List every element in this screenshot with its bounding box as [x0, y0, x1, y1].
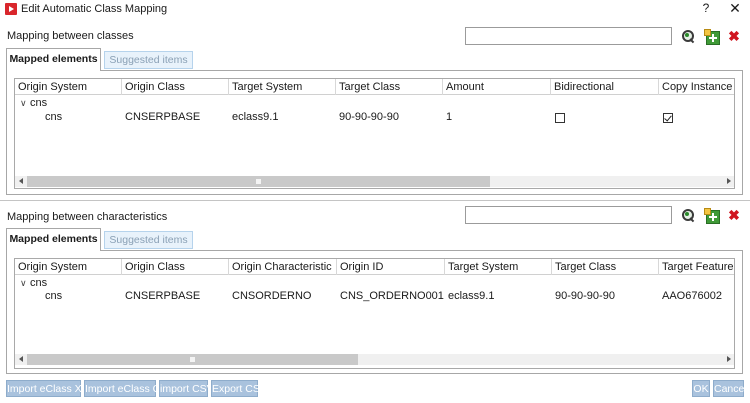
col-origin-system[interactable]: Origin System — [15, 259, 122, 275]
characteristics-section-label: Mapping between characteristics — [7, 211, 168, 223]
cell-target-class: 90-90-90-90 — [339, 111, 399, 123]
col-amount[interactable]: Amount — [443, 79, 551, 95]
col-origin-class[interactable]: Origin Class — [122, 79, 229, 95]
cell-origin-system: cns — [45, 111, 63, 123]
classes-section-label: Mapping between classes — [7, 30, 134, 42]
section-splitter[interactable] — [0, 200, 750, 201]
close-button[interactable]: ✕ — [727, 0, 743, 18]
scroll-right-icon[interactable] — [727, 356, 731, 362]
characteristics-search-input[interactable] — [465, 206, 672, 224]
cell-amount: 1 — [446, 111, 453, 123]
classes-horizontal-scrollbar[interactable] — [15, 176, 734, 187]
tab-suggested-items-classes[interactable]: Suggested items — [104, 51, 193, 69]
zoom-select-icon[interactable] — [681, 29, 695, 43]
import-csv-button[interactable]: import CSV — [159, 380, 214, 397]
scroll-left-icon[interactable] — [19, 356, 23, 362]
bidirectional-checkbox[interactable] — [555, 113, 565, 123]
help-button[interactable]: ? — [699, 1, 713, 17]
cell-target-class: 90-90-90-90 — [555, 290, 615, 302]
characteristics-horizontal-scrollbar[interactable] — [15, 354, 734, 365]
classes-search-input[interactable] — [465, 27, 672, 45]
group-row[interactable]: ∨ cns — [15, 96, 734, 110]
col-target-system[interactable]: Target System — [229, 79, 336, 95]
delete-icon[interactable]: ✖ — [727, 208, 741, 222]
scroll-left-icon[interactable] — [19, 178, 23, 184]
group-row[interactable]: ∨ cns — [15, 276, 734, 290]
col-origin-characteristic[interactable]: Origin Characteristic — [229, 259, 337, 275]
window-title: Edit Automatic Class Mapping — [21, 3, 168, 15]
col-copy-instance[interactable]: Copy Instance — [659, 79, 734, 95]
tab-mapped-elements-classes[interactable]: Mapped elements — [6, 48, 101, 71]
col-origin-system[interactable]: Origin System — [15, 79, 122, 95]
delete-icon[interactable]: ✖ — [727, 29, 741, 43]
classes-grid-header: Origin System Origin Class Target System… — [15, 79, 734, 95]
ok-button[interactable]: OK — [692, 380, 710, 397]
cancel-button[interactable]: Cancel — [713, 380, 747, 397]
group-label: cns — [30, 97, 48, 109]
export-csv-button[interactable]: Export CSV — [211, 380, 267, 397]
characteristics-grid: Origin System Origin Class Origin Charac… — [14, 258, 735, 369]
table-row[interactable]: cns CNSERPBASE CNSORDERNO CNS_ORDERNO001… — [15, 289, 734, 303]
scrollbar-thumb[interactable] — [27, 354, 358, 365]
cell-origin-class: CNSERPBASE — [125, 290, 201, 302]
chevron-down-icon[interactable]: ∨ — [20, 276, 27, 290]
col-target-class[interactable]: Target Class — [552, 259, 659, 275]
import-eclass-xml-button[interactable]: Import eClass XML — [6, 380, 96, 397]
col-target-feature[interactable]: Target Feature — [659, 259, 734, 275]
import-eclass-csv-button[interactable]: Import eClass CSV — [84, 380, 174, 397]
cell-origin-id: CNS_ORDERNO001 — [340, 290, 444, 302]
scrollbar-grip — [190, 357, 195, 362]
title-bar: Edit Automatic Class Mapping ? ✕ — [0, 0, 750, 22]
col-target-system[interactable]: Target System — [445, 259, 552, 275]
copy-instance-checkbox[interactable] — [663, 113, 673, 123]
tab-suggested-items-characteristics[interactable]: Suggested items — [104, 231, 193, 249]
scrollbar-grip — [256, 179, 261, 184]
col-target-class[interactable]: Target Class — [336, 79, 443, 95]
col-bidirectional[interactable]: Bidirectional — [551, 79, 659, 95]
scroll-right-icon[interactable] — [727, 178, 731, 184]
app-logo-icon — [5, 3, 17, 15]
table-row[interactable]: cns CNSERPBASE eclass9.1 90-90-90-90 1 — [15, 110, 734, 124]
col-origin-class[interactable]: Origin Class — [122, 259, 229, 275]
chevron-down-icon[interactable]: ∨ — [20, 96, 27, 110]
zoom-select-icon[interactable] — [681, 208, 695, 222]
cell-target-feature: AAO676002 — [662, 290, 722, 302]
cell-origin-characteristic: CNSORDERNO — [232, 290, 312, 302]
cell-target-system: eclass9.1 — [448, 290, 495, 302]
add-mapping-icon[interactable] — [704, 29, 720, 45]
add-mapping-icon[interactable] — [704, 208, 720, 224]
scrollbar-thumb[interactable] — [27, 176, 490, 187]
classes-grid: Origin System Origin Class Target System… — [14, 78, 735, 189]
characteristics-panel: Origin System Origin Class Origin Charac… — [6, 250, 743, 374]
characteristics-grid-header: Origin System Origin Class Origin Charac… — [15, 259, 734, 275]
group-label: cns — [30, 277, 48, 289]
tab-mapped-elements-characteristics[interactable]: Mapped elements — [6, 228, 101, 251]
cell-target-system: eclass9.1 — [232, 111, 279, 123]
cell-origin-class: CNSERPBASE — [125, 111, 201, 123]
col-origin-id[interactable]: Origin ID — [337, 259, 445, 275]
classes-panel: Origin System Origin Class Target System… — [6, 70, 743, 195]
cell-origin-system: cns — [45, 290, 63, 302]
